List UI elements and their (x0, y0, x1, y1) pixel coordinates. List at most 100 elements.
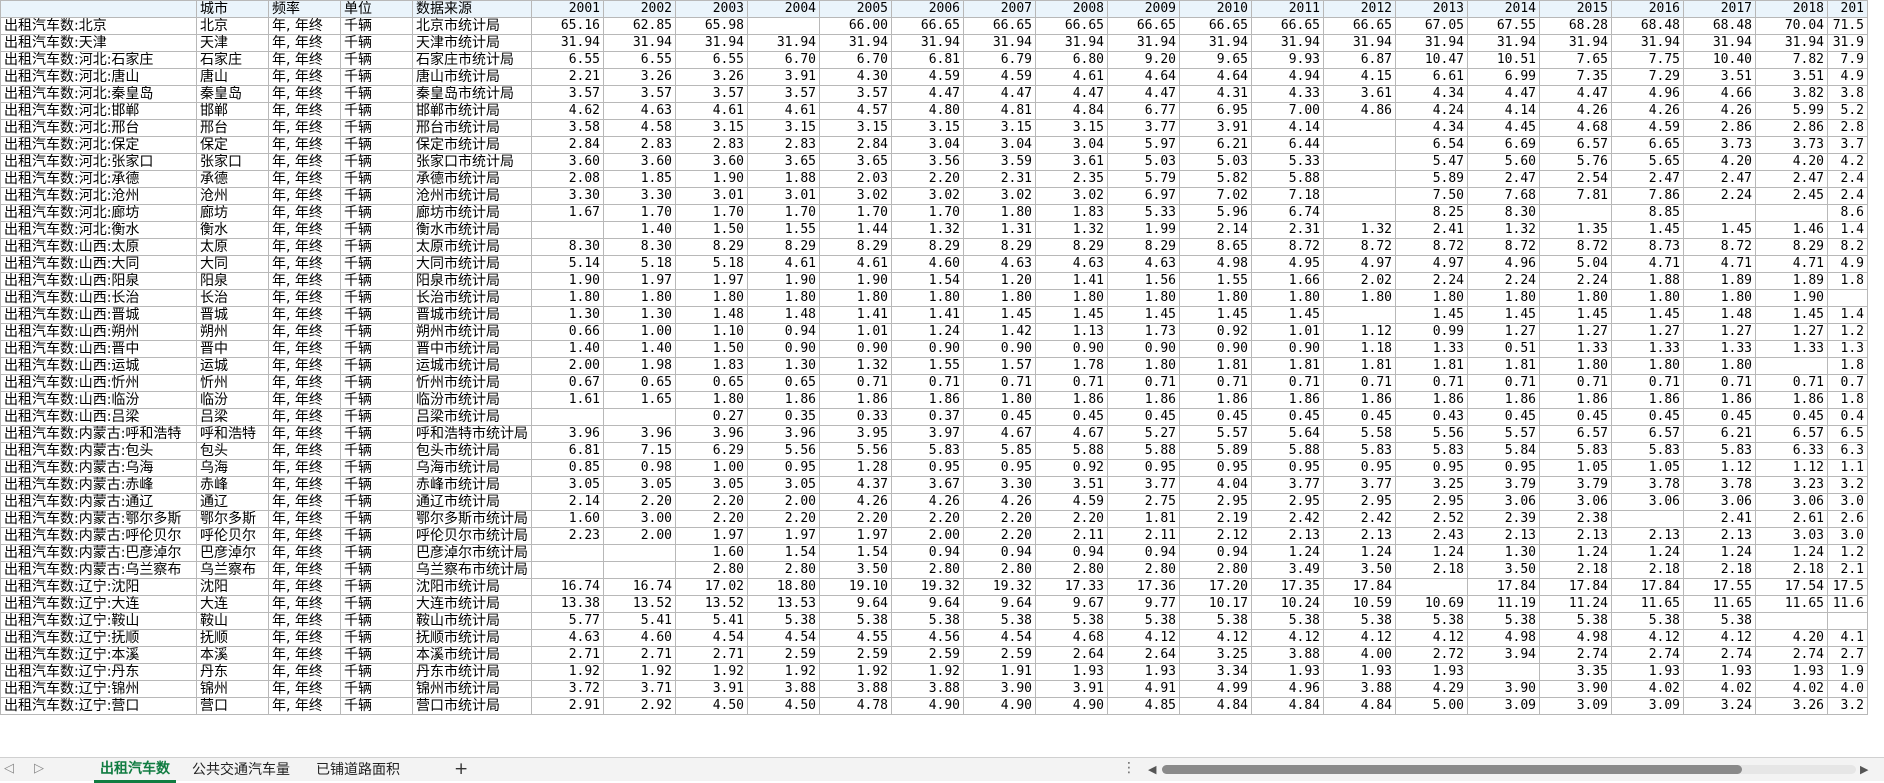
series-name-cell[interactable]: 出租汽车数:河北:沧州 (0, 187, 197, 205)
value-cell[interactable] (1755, 612, 1828, 630)
value-cell[interactable]: 1.80 (1539, 357, 1612, 375)
value-cell[interactable]: 3.7 (1827, 136, 1868, 154)
value-cell[interactable]: 5.88 (1035, 442, 1108, 460)
value-cell[interactable]: 0.71 (1539, 374, 1612, 392)
series-name-cell[interactable]: 出租汽车数:山西:晋城 (0, 306, 197, 324)
value-cell[interactable]: 2.4 (1827, 170, 1868, 188)
value-cell[interactable]: 10.17 (1179, 595, 1252, 613)
value-cell[interactable]: 5.18 (675, 255, 748, 273)
value-cell[interactable] (1323, 170, 1396, 188)
value-cell[interactable]: 1.81 (1107, 510, 1180, 528)
unit-cell[interactable]: 千辆 (340, 527, 413, 545)
value-cell[interactable]: 1.27 (1539, 323, 1612, 341)
value-cell[interactable]: 3.06 (1755, 493, 1828, 511)
value-cell[interactable]: 2.80 (891, 561, 964, 579)
value-cell[interactable]: 8.72 (1251, 238, 1324, 256)
value-cell[interactable]: 31.94 (603, 34, 676, 52)
value-cell[interactable]: 1.86 (1179, 391, 1252, 409)
value-cell[interactable]: 0.45 (1323, 408, 1396, 426)
value-cell[interactable]: 6.55 (531, 51, 604, 69)
value-cell[interactable]: 5.38 (891, 612, 964, 630)
value-cell[interactable]: 1.33 (1755, 340, 1828, 358)
value-cell[interactable]: 1.48 (675, 306, 748, 324)
value-cell[interactable]: 1.89 (1683, 272, 1756, 290)
year-header-cell[interactable]: 2007 (963, 0, 1036, 18)
value-cell[interactable] (1467, 663, 1540, 681)
year-header-cell[interactable]: 2005 (819, 0, 892, 18)
unit-cell[interactable]: 千辆 (340, 51, 413, 69)
city-cell[interactable]: 秦皇岛 (196, 85, 269, 103)
value-cell[interactable]: 5.57 (1467, 425, 1540, 443)
value-cell[interactable]: 2.71 (531, 646, 604, 664)
value-cell[interactable]: 4.12 (1251, 629, 1324, 647)
source-cell[interactable]: 阳泉市统计局 (412, 272, 532, 290)
unit-cell[interactable]: 千辆 (340, 476, 413, 494)
value-cell[interactable]: 2.1 (1827, 561, 1868, 579)
source-cell[interactable]: 沈阳市统计局 (412, 578, 532, 596)
value-cell[interactable]: 2.08 (531, 170, 604, 188)
value-cell[interactable]: 3.91 (1035, 680, 1108, 698)
year-header-cell[interactable]: 2018 (1755, 0, 1828, 18)
source-cell[interactable]: 鞍山市统计局 (412, 612, 532, 630)
value-cell[interactable]: 4.59 (1611, 119, 1684, 137)
city-cell[interactable]: 乌海 (196, 459, 269, 477)
value-cell[interactable]: 3.30 (963, 476, 1036, 494)
value-cell[interactable]: 2.18 (1683, 561, 1756, 579)
frequency-cell[interactable]: 年, 年终 (268, 646, 341, 664)
value-cell[interactable]: 1.86 (1539, 391, 1612, 409)
value-cell[interactable]: 1.81 (1467, 357, 1540, 375)
value-cell[interactable]: 4.78 (819, 697, 892, 715)
city-cell[interactable]: 沧州 (196, 187, 269, 205)
value-cell[interactable]: 1.90 (675, 170, 748, 188)
frequency-cell[interactable]: 年, 年终 (268, 527, 341, 545)
source-cell[interactable]: 天津市统计局 (412, 34, 532, 52)
value-cell[interactable]: 3.82 (1755, 85, 1828, 103)
value-cell[interactable] (1323, 204, 1396, 222)
value-cell[interactable]: 1.86 (891, 391, 964, 409)
value-cell[interactable]: 5.38 (963, 612, 1036, 630)
value-cell[interactable] (1395, 578, 1468, 596)
value-cell[interactable]: 3.15 (819, 119, 892, 137)
value-cell[interactable]: 4.59 (963, 68, 1036, 86)
value-cell[interactable]: 6.97 (1107, 187, 1180, 205)
value-cell[interactable]: 3.06 (1539, 493, 1612, 511)
value-cell[interactable]: 67.55 (1467, 17, 1540, 35)
value-cell[interactable]: 0.94 (1035, 544, 1108, 562)
unit-cell[interactable]: 千辆 (340, 578, 413, 596)
value-cell[interactable] (1323, 187, 1396, 205)
value-cell[interactable]: 2.80 (747, 561, 820, 579)
value-cell[interactable]: 17.02 (675, 578, 748, 596)
series-name-cell[interactable]: 出租汽车数:辽宁:大连 (0, 595, 197, 613)
unit-cell[interactable]: 千辆 (340, 408, 413, 426)
value-cell[interactable]: 0.92 (1179, 323, 1252, 341)
value-cell[interactable]: 7.50 (1395, 187, 1468, 205)
value-cell[interactable]: 3.57 (603, 85, 676, 103)
value-cell[interactable]: 3.34 (1179, 663, 1252, 681)
value-cell[interactable]: 1.80 (675, 289, 748, 307)
value-cell[interactable]: 2.00 (603, 527, 676, 545)
value-cell[interactable]: 3.88 (1251, 646, 1324, 664)
city-cell[interactable]: 北京 (196, 17, 269, 35)
value-cell[interactable]: 1.80 (891, 289, 964, 307)
value-cell[interactable]: 1.86 (1683, 391, 1756, 409)
value-cell[interactable]: 3.78 (1611, 476, 1684, 494)
value-cell[interactable]: 1.45 (963, 306, 1036, 324)
value-cell[interactable] (1539, 204, 1612, 222)
value-cell[interactable]: 3.02 (1035, 187, 1108, 205)
value-cell[interactable]: 3.88 (747, 680, 820, 698)
value-cell[interactable]: 1.80 (1179, 289, 1252, 307)
value-cell[interactable]: 0.95 (1395, 459, 1468, 477)
city-cell[interactable]: 张家口 (196, 153, 269, 171)
value-cell[interactable]: 4.34 (1395, 85, 1468, 103)
value-cell[interactable]: 1.97 (819, 527, 892, 545)
value-cell[interactable]: 16.74 (531, 578, 604, 596)
source-cell[interactable]: 承德市统计局 (412, 170, 532, 188)
value-cell[interactable]: 1.32 (891, 221, 964, 239)
series-name-cell[interactable]: 出租汽车数:辽宁:本溪 (0, 646, 197, 664)
value-cell[interactable]: 4.58 (603, 119, 676, 137)
frequency-cell[interactable]: 年, 年终 (268, 493, 341, 511)
value-cell[interactable]: 3.67 (891, 476, 964, 494)
series-name-cell[interactable]: 出租汽车数:山西:阳泉 (0, 272, 197, 290)
frequency-cell[interactable]: 年, 年终 (268, 136, 341, 154)
value-cell[interactable]: 7.15 (603, 442, 676, 460)
